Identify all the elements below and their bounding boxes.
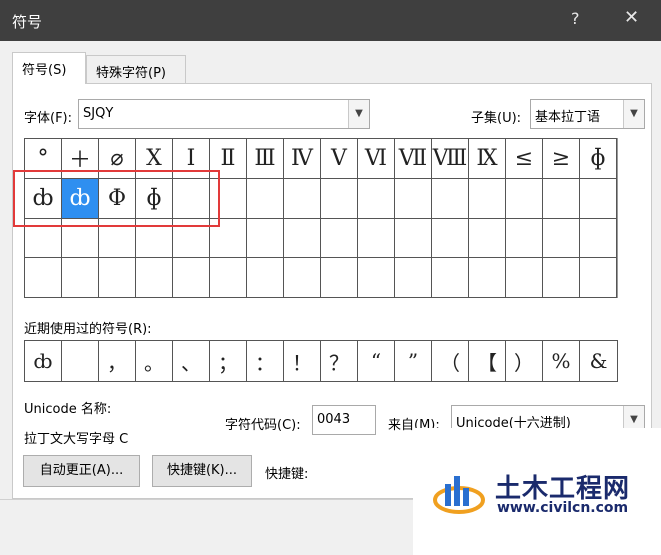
subset-label: 子集(U): [471,111,522,126]
symbol-cell[interactable] [543,218,580,259]
symbol-cell[interactable] [432,258,469,298]
symbol-cell[interactable] [506,178,543,219]
recent-symbol-cell[interactable]: ？ [321,341,358,381]
subset-value: 基本拉丁语 [535,110,601,125]
symbol-cell[interactable]: ≤ [506,139,543,179]
grid-scrollbar[interactable] [617,138,619,298]
symbol-cell[interactable] [506,258,543,298]
shortcut-key-button[interactable]: 快捷键(K)... [152,455,252,487]
recent-symbol-cell[interactable] [62,341,99,381]
unicode-name-value: 拉丁文大写字母 C [24,432,129,447]
font-value: SJQY [83,106,114,121]
recent-symbols-label: 近期使用过的符号(R): [24,322,152,337]
symbol-cell[interactable] [395,178,432,219]
window-title: 符号 [12,13,43,31]
symbol-cell[interactable] [543,178,580,219]
recent-symbol-cell[interactable]: ȸ [25,341,62,381]
symbol-cell[interactable] [395,258,432,298]
subset-select[interactable]: 基本拉丁语 ▼ [530,99,645,129]
symbol-cell[interactable] [247,258,284,298]
symbol-cell[interactable] [173,258,210,298]
symbol-cell[interactable]: ɸ [580,139,617,179]
symbol-cell[interactable]: Ⅶ [395,139,432,179]
autocorrect-button[interactable]: 自动更正(A)... [23,455,140,487]
symbol-cell[interactable] [432,178,469,219]
shortcut-label: 快捷键: [265,467,309,482]
symbol-cell[interactable] [62,258,99,298]
help-icon[interactable]: ? [571,9,580,28]
symbol-cell[interactable] [506,218,543,259]
symbol-cell[interactable] [136,258,173,298]
dialog-bottom-edge [0,499,413,500]
symbol-cell[interactable] [247,218,284,259]
watermark-logo [433,476,485,514]
symbol-cell[interactable]: Ⅴ [321,139,358,179]
symbol-cell[interactable] [358,178,395,219]
char-code-input[interactable]: 0043 [312,405,376,435]
recent-symbol-cell[interactable]: ， [99,341,136,381]
symbol-cell[interactable]: Ⅲ [247,139,284,179]
symbol-cell[interactable] [284,218,321,259]
close-icon[interactable]: ✕ [624,7,639,28]
symbol-cell[interactable]: Ⅸ [469,139,506,179]
symbol-cell[interactable] [469,178,506,219]
symbol-cell[interactable] [210,258,247,298]
chevron-down-icon[interactable]: ▼ [348,100,369,128]
title-bar: 符号 ? ✕ [0,0,661,41]
recent-symbol-cell[interactable]: ” [395,341,432,381]
symbol-cell[interactable]: Ⅳ [284,139,321,179]
symbol-cell[interactable]: Ⅷ [432,139,469,179]
recent-symbol-cell[interactable]: 、 [173,341,210,381]
symbol-cell[interactable] [580,218,617,259]
symbol-cell[interactable] [284,258,321,298]
recent-symbol-cell[interactable]: 【 [469,341,506,381]
symbol-cell[interactable] [99,258,136,298]
unicode-name-label: Unicode 名称: [24,402,112,417]
recent-symbol-cell[interactable]: “ [358,341,395,381]
symbol-cell[interactable]: Ⅵ [358,139,395,179]
symbol-cell[interactable] [543,258,580,298]
tab-special-characters[interactable]: 特殊字符(P) [86,55,186,84]
symbol-cell[interactable] [432,218,469,259]
symbol-cell[interactable] [580,258,617,298]
tab-symbols[interactable]: 符号(S) [12,52,86,84]
char-code-value: 0043 [317,412,351,427]
symbol-cell[interactable] [469,258,506,298]
recent-symbol-cell[interactable]: （ [432,341,469,381]
font-label: 字体(F): [24,111,73,126]
symbol-cell[interactable] [358,218,395,259]
recent-symbol-cell[interactable]: ！ [284,341,321,381]
highlight-box [13,170,220,227]
char-code-label: 字符代码(C): [225,418,301,433]
symbol-cell[interactable] [580,178,617,219]
symbol-cell[interactable] [247,178,284,219]
watermark-url: www.civilcn.com [497,500,629,516]
symbol-cell[interactable]: ≥ [543,139,580,179]
chevron-down-icon[interactable]: ▼ [623,100,644,128]
recent-symbol-cell[interactable]: 。 [136,341,173,381]
recent-symbol-cell[interactable]: ； [210,341,247,381]
tab-symbols-label: 符号(S) [22,63,67,78]
symbol-cell[interactable] [284,178,321,219]
symbol-cell[interactable] [321,178,358,219]
symbol-cell[interactable] [395,218,432,259]
symbol-cell[interactable] [358,258,395,298]
tab-special-characters-label: 特殊字符(P) [96,66,166,81]
recent-symbol-cell[interactable]: & [580,341,617,381]
watermark: 土木工程网 www.civilcn.com [413,428,661,555]
font-select[interactable]: SJQY ▼ [78,99,370,129]
recent-symbol-cell[interactable]: % [543,341,580,381]
symbol-cell[interactable] [321,258,358,298]
symbol-cell[interactable] [25,258,62,298]
recent-symbol-cell[interactable]: ） [506,341,543,381]
symbol-cell[interactable] [321,218,358,259]
recent-symbol-cell[interactable]: ： [247,341,284,381]
recent-symbols: ȸ ，。、；：！？ “” （【）% & [24,340,618,382]
symbol-cell[interactable] [469,218,506,259]
